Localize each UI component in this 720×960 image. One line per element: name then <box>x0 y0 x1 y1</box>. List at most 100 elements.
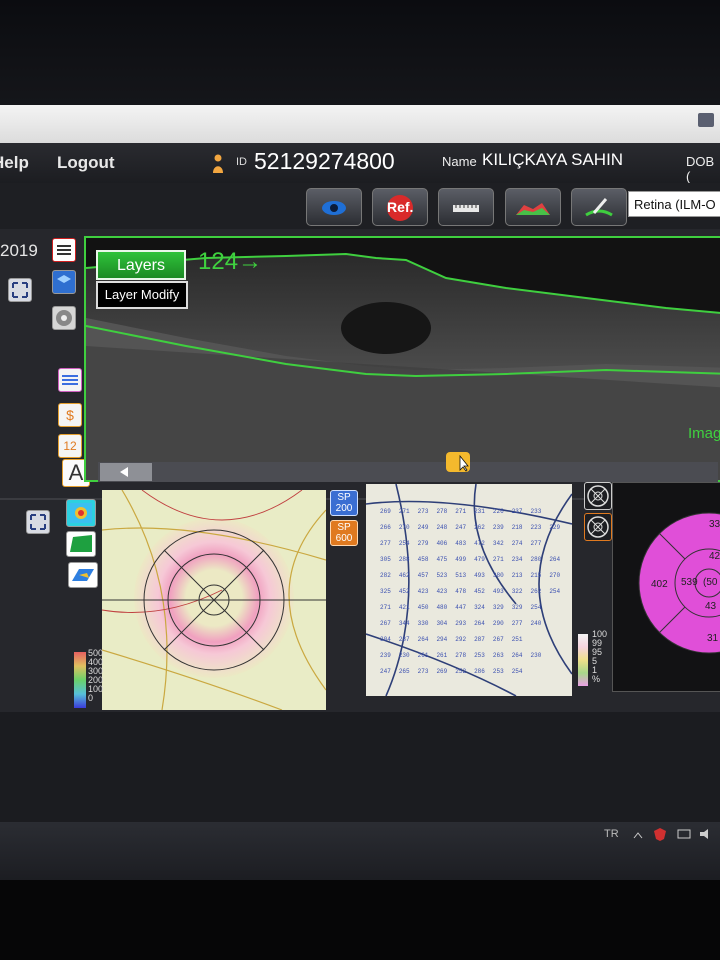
grid-cell-value: 483 <box>455 540 467 547</box>
grid-cell-value: 305 <box>380 556 391 563</box>
grid-row: 277 254 279 406 483 472 342 274 277 <box>380 536 568 552</box>
cube-icon <box>57 275 71 283</box>
percentile-scale-labels: 100 99 95 5 1 % <box>592 630 607 684</box>
grid-row: 247 265 273 269 252 286 253 254 <box>380 664 568 680</box>
etdrs-grid-button[interactable] <box>584 482 612 510</box>
grid-cell-value: 452 <box>398 588 410 595</box>
layer-edit-button[interactable] <box>571 188 627 226</box>
grid-row: 282 462 457 523 513 493 380 213 215 270 <box>380 568 568 584</box>
thickness-map-button[interactable] <box>505 188 561 226</box>
thickness-grid-map[interactable]: 269 271 273 278 271 231 226 237 233 266 270 249 248 2… <box>366 484 572 696</box>
previous-scan-button[interactable] <box>100 463 152 481</box>
thickness-map[interactable] <box>102 490 326 710</box>
dollar-tool-button[interactable]: $ <box>58 403 82 427</box>
reference-label: Ref. <box>387 199 414 215</box>
grid-cell-value: 271 <box>492 556 504 563</box>
speaker-icon[interactable] <box>698 826 714 842</box>
shield-icon[interactable] <box>652 826 668 842</box>
grid-cell-value: 239 <box>492 524 504 531</box>
chevron-up-icon[interactable] <box>632 830 644 840</box>
grid-cell-value: 273 <box>417 668 429 675</box>
grid-cell-value: 286 <box>474 668 485 675</box>
bscan-icon <box>57 245 71 255</box>
segmentation-select[interactable]: Retina (ILM-O <box>628 191 720 217</box>
grid-cell-value: 261 <box>436 652 448 659</box>
grid-cell-value: 423 <box>417 588 429 595</box>
heatmap-icon <box>70 503 92 523</box>
grid-cell-value: 290 <box>492 620 504 627</box>
grid-row: 325 452 423 423 478 452 493 322 262 254 <box>380 584 568 600</box>
grid-cell-value: 265 <box>398 668 410 675</box>
bscan-view-button[interactable] <box>52 238 76 262</box>
3d-map-button[interactable] <box>68 562 98 588</box>
etdrs-grid-icon <box>587 485 609 507</box>
grid-row: 269 271 273 278 271 231 226 237 233 <box>380 504 568 520</box>
layer-modify-button[interactable]: Layer Modify <box>96 281 188 309</box>
number-tool-button[interactable]: 12 <box>58 434 82 458</box>
grid-cell-value: 266 <box>380 524 391 531</box>
grid-cell-value: 278 <box>436 508 448 515</box>
grid-cell-value: 264 <box>511 652 523 659</box>
grid-cell-value: 325 <box>380 588 391 595</box>
grid-cell-value: 254 <box>530 604 542 611</box>
window-system-icon[interactable] <box>698 113 714 127</box>
layers-tool-button[interactable] <box>58 368 82 392</box>
grid-cell-value: 279 <box>417 540 429 547</box>
etdrs-grid-icon <box>587 516 609 538</box>
scale-tick: % <box>592 674 601 684</box>
patient-id-value: 52129274800 <box>254 148 395 174</box>
grid-cell-value: 462 <box>398 572 410 579</box>
grid-cell-value: 247 <box>455 524 467 531</box>
monitor-bezel-bottom <box>0 880 720 960</box>
scan-slider-handle[interactable] <box>446 452 470 472</box>
grid-cell-value: 423 <box>436 588 448 595</box>
grid-cell-value: 254 <box>549 588 561 595</box>
grid-cell-value: 447 <box>455 604 467 611</box>
eye-icon <box>322 201 346 215</box>
grid-cell-value: 271 <box>398 508 410 515</box>
grid-cell-value: 344 <box>398 620 410 627</box>
layers-button[interactable]: Layers <box>96 250 186 280</box>
grid-cell-value: 226 <box>492 508 504 515</box>
surface-3d-icon <box>72 569 94 581</box>
grid-cell-value: 248 <box>436 524 448 531</box>
cursor-icon <box>459 454 469 472</box>
etdrs-sector-map[interactable]: 33 42 539 (50 402 43 31 <box>612 482 720 692</box>
etdrs-value-inner-left: (50 <box>703 577 718 588</box>
language-indicator[interactable]: TR <box>604 828 619 840</box>
etdrs-grid-alt-button[interactable] <box>584 513 612 541</box>
grid-cell-value: 267 <box>380 620 391 627</box>
scan-scrollbar[interactable] <box>98 462 718 482</box>
grid-cell-value: 237 <box>511 508 523 515</box>
fundus-view-button[interactable] <box>52 306 76 330</box>
grid-cell-value: 452 <box>474 588 485 595</box>
menu-help[interactable]: Help <box>0 153 29 173</box>
grid-cell-value: 277 <box>380 540 391 547</box>
map-fullscreen-button[interactable] <box>26 510 50 534</box>
thickness-map-view-button[interactable] <box>66 499 96 527</box>
grid-cell-value: 406 <box>436 540 448 547</box>
reference-button[interactable]: Ref. <box>372 188 428 226</box>
exam-date: 2019 <box>0 241 38 260</box>
grid-cell-value: 380 <box>492 572 504 579</box>
sp-200-button[interactable]: SP 200 <box>330 490 358 516</box>
sp-600-button[interactable]: SP 600 <box>330 520 358 546</box>
grid-cell-value: 274 <box>511 540 523 547</box>
grid-cell-value: 253 <box>492 668 504 675</box>
grid-cell-value: 282 <box>380 572 391 579</box>
grid-cell-value: 230 <box>530 652 542 659</box>
patient-dob-label: DOB ( <box>686 154 715 184</box>
grid-cell-value: 523 <box>436 572 448 579</box>
grid-row: 267 344 330 304 293 264 290 277 240 <box>380 616 568 632</box>
fullscreen-button[interactable] <box>8 278 32 302</box>
layers-icon <box>62 375 78 385</box>
grid-cell-value: 480 <box>436 604 448 611</box>
3d-view-button[interactable] <box>52 270 76 294</box>
grid-cell-value: 293 <box>455 620 467 627</box>
measure-button[interactable] <box>438 188 494 226</box>
menu-logout[interactable]: Logout <box>57 153 115 173</box>
fundus-camera-button[interactable] <box>306 188 362 226</box>
rpe-map-button[interactable] <box>66 531 96 557</box>
network-icon[interactable] <box>676 826 692 842</box>
scale-tick: 0 <box>88 693 94 703</box>
